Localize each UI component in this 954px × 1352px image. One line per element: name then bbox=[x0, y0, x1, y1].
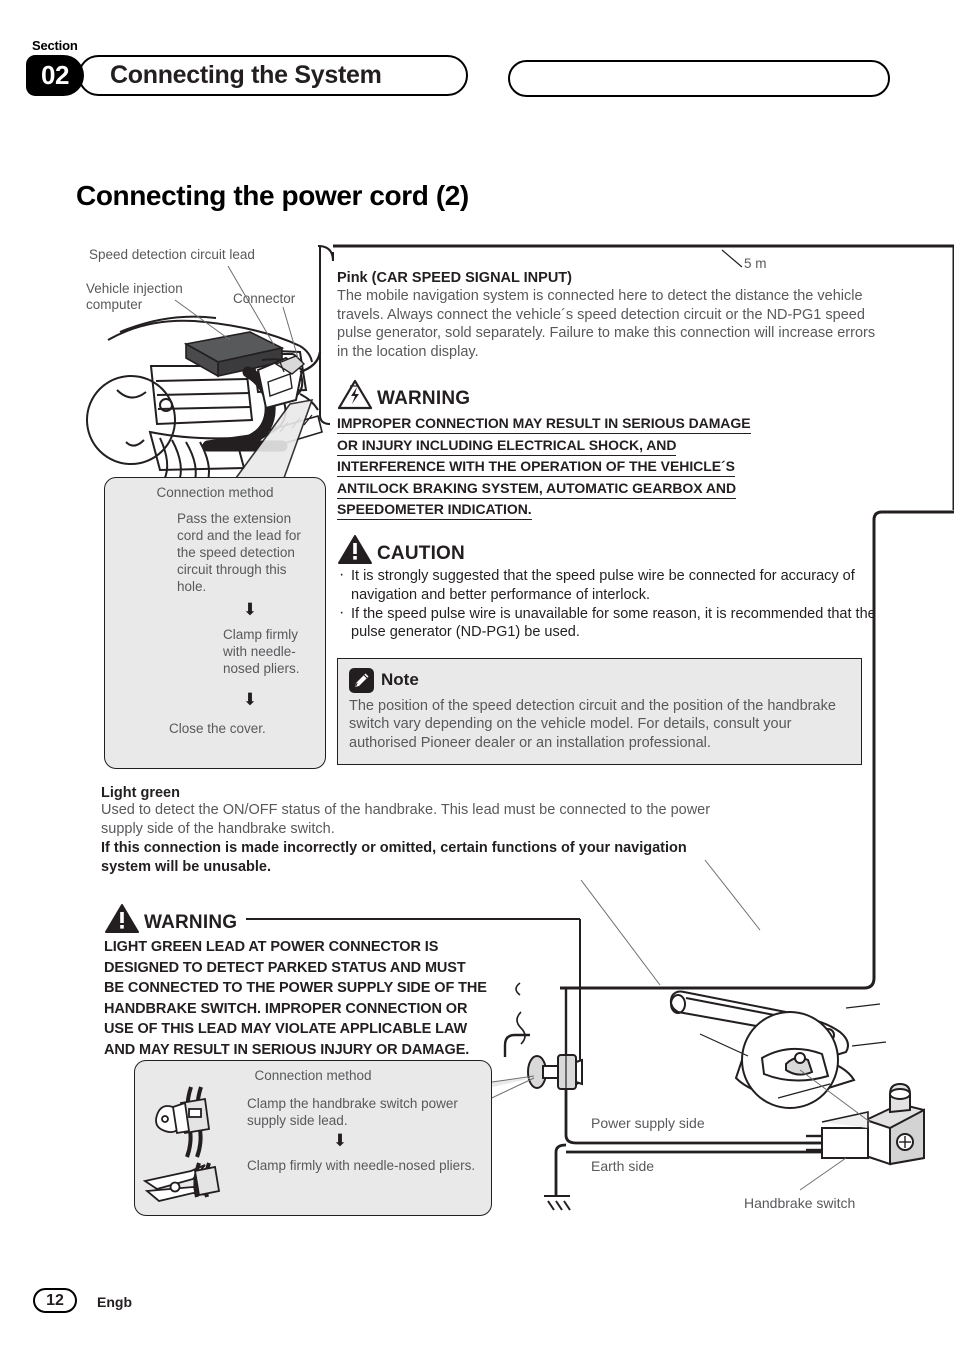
note-box: Note The position of the speed detection… bbox=[337, 657, 862, 765]
connection-method-box-1: Connection method Pass the extension cor… bbox=[104, 477, 326, 769]
electric-shock-triangle-icon bbox=[337, 380, 373, 410]
label-power-supply-side: Power supply side bbox=[591, 1115, 705, 1131]
caution-triangle-icon bbox=[338, 535, 372, 565]
pink-lead-section: Pink (CAR SPEED SIGNAL INPUT) The mobile… bbox=[337, 270, 882, 765]
section-title-text: Connecting the System bbox=[110, 61, 382, 89]
warning-1-title-row: WARNING bbox=[337, 379, 882, 410]
connection-method-1-arrow-2: ⬇ bbox=[242, 690, 258, 709]
warning-2-section: WARNING LIGHT GREEN LEAD AT POWER CONNEC… bbox=[104, 903, 524, 1060]
connection-method-box-2: Connection method Clamp the handbrake sw… bbox=[134, 1060, 492, 1216]
section-title-pill: Connecting the System bbox=[78, 55, 468, 96]
warning-2-line: LIGHT GREEN LEAD AT POWER CONNECTOR IS bbox=[104, 939, 439, 955]
section-label: Section bbox=[32, 38, 78, 53]
language-code: Engb bbox=[97, 1294, 132, 1310]
label-connector: Connector bbox=[233, 291, 296, 306]
caution-title: CAUTION bbox=[377, 543, 465, 565]
note-title: Note bbox=[381, 670, 419, 690]
warning-1-line: IMPROPER CONNECTION MAY RESULT IN SERIOU… bbox=[337, 413, 751, 435]
pink-heading: Pink (CAR SPEED SIGNAL INPUT) bbox=[337, 270, 572, 286]
warning-2-body: LIGHT GREEN LEAD AT POWER CONNECTOR IS D… bbox=[104, 937, 524, 1060]
caution-triangle-icon bbox=[105, 904, 139, 933]
light-green-body: Used to detect the ON/OFF status of the … bbox=[101, 802, 711, 837]
label-handbrake-switch: Handbrake switch bbox=[744, 1195, 856, 1211]
warning-2-line: HANDBRAKE SWITCH. IMPROPER CONNECTION OR bbox=[104, 1000, 468, 1017]
connection-method-1-step-3: Close the cover. bbox=[169, 721, 266, 736]
connection-method-2-title: Connection method bbox=[254, 1068, 372, 1083]
warning-1-line: SPEEDOMETER INDICATION. bbox=[337, 499, 532, 521]
connection-method-1-arrow-1: ⬇ bbox=[242, 600, 258, 619]
connection-method-1-step-2: Clamp firmly with needle-nosed pliers. bbox=[223, 627, 300, 676]
connection-method-2-step-1: Clamp the handbrake switch power supply … bbox=[247, 1096, 458, 1128]
light-green-heading: Light green bbox=[101, 785, 180, 801]
caution-item: It is strongly suggested that the speed … bbox=[337, 566, 882, 604]
note-body-text: The position of the speed detection circ… bbox=[349, 697, 836, 751]
page-footer bbox=[0, 1282, 954, 1352]
section-number-badge: 02 bbox=[26, 55, 84, 96]
connection-method-2-illustrations bbox=[143, 1086, 221, 1202]
label-vehicle-injection-computer: Vehicle injection computer bbox=[86, 281, 183, 312]
connection-method-2-step-2: Clamp firmly with needle-nosed pliers. bbox=[247, 1158, 476, 1173]
warning-2-title: WARNING bbox=[144, 912, 238, 933]
header-blank-pill bbox=[508, 60, 890, 97]
warning-2-title-row: WARNING bbox=[104, 903, 524, 934]
pencil-note-icon bbox=[349, 667, 374, 693]
caution-title-row: CAUTION bbox=[337, 534, 882, 565]
warning-1-line: OR INJURY INCLUDING ELECTRICAL SHOCK, AN… bbox=[337, 435, 676, 456]
label-earth-side: Earth side bbox=[591, 1158, 655, 1174]
warning-2-line: BE CONNECTED TO THE POWER SUPPLY SIDE OF… bbox=[104, 980, 487, 996]
pink-body-text: The mobile navigation system is connecte… bbox=[337, 288, 876, 360]
warning-1-line: INTERFERENCE WITH THE OPERATION OF THE V… bbox=[337, 456, 735, 478]
warning-1-line: ANTILOCK BRAKING SYSTEM, AUTOMATIC GEARB… bbox=[337, 478, 736, 499]
warning-1-title: WARNING bbox=[377, 388, 471, 410]
warning-2-line: AND MAY RESULT IN SERIOUS INJURY OR DAMA… bbox=[104, 1041, 470, 1058]
page-title: Connecting the power cord (2) bbox=[76, 180, 469, 211]
connection-method-1-title: Connection method bbox=[156, 485, 274, 500]
light-green-bold-note: If this connection is made incorrectly o… bbox=[101, 840, 687, 876]
page-header: Section 02 Connecting the System bbox=[0, 0, 954, 130]
warning-1-body: IMPROPER CONNECTION MAY RESULT IN SERIOU… bbox=[337, 413, 882, 521]
caution-item: If the speed pulse wire is unavailable f… bbox=[337, 604, 882, 642]
caution-items: It is strongly suggested that the speed … bbox=[337, 566, 882, 642]
connection-method-1-step-1: Pass the extension cord and the lead for… bbox=[177, 511, 301, 594]
light-green-section: Light green Used to detect the ON/OFF st… bbox=[101, 785, 721, 877]
warning-2-line: DESIGNED TO DETECT PARKED STATUS AND MUS… bbox=[104, 959, 466, 976]
page-number: 12 bbox=[33, 1288, 77, 1313]
warning-2-line: USE OF THIS LEAD MAY VIOLATE APPLICABLE … bbox=[104, 1021, 468, 1037]
note-header-row: Note bbox=[349, 667, 850, 693]
connection-method-2-arrow: ⬇ bbox=[332, 1131, 348, 1150]
label-speed-detection-circuit-lead: Speed detection circuit lead bbox=[89, 247, 255, 262]
